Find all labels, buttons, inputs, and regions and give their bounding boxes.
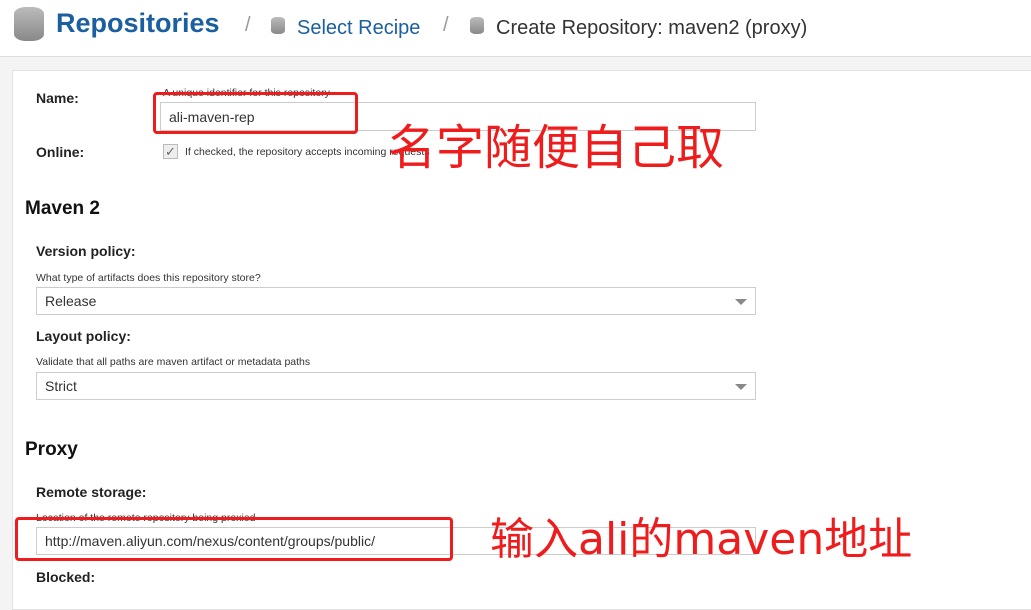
remote-storage-label: Remote storage:: [36, 484, 147, 500]
breadcrumb-current: Create Repository: maven2 (proxy): [496, 17, 808, 39]
chevron-down-icon: [735, 299, 747, 305]
layout-policy-label: Layout policy:: [36, 328, 131, 344]
database-icon: [14, 7, 44, 41]
maven-heading: Maven 2: [25, 198, 100, 219]
breadcrumb-repositories[interactable]: Repositories: [56, 8, 220, 39]
chevron-down-icon: [735, 384, 747, 390]
header: Repositories / Select Recipe / Create Re…: [0, 0, 1031, 57]
version-policy-value: Release: [45, 293, 97, 309]
layout-policy-help: Validate that all paths are maven artifa…: [36, 356, 311, 368]
version-policy-label: Version policy:: [36, 243, 136, 259]
layout-policy-select[interactable]: Strict: [36, 372, 756, 400]
proxy-heading: Proxy: [25, 439, 78, 460]
online-checkbox[interactable]: ✓: [163, 144, 178, 159]
database-icon: [470, 17, 484, 34]
highlight-box-url: [15, 517, 453, 561]
name-label: Name:: [36, 90, 79, 106]
database-icon: [271, 17, 285, 34]
version-policy-help: What type of artifacts does this reposit…: [36, 272, 261, 284]
blocked-label: Blocked:: [36, 569, 96, 585]
annotation-url-note: 输入ali的maven地址: [490, 514, 913, 565]
version-policy-select[interactable]: Release: [36, 287, 756, 315]
layout-policy-value: Strict: [45, 378, 77, 394]
annotation-name-note: 名字随便自己取: [388, 120, 725, 176]
breadcrumb-separator: /: [443, 14, 449, 36]
breadcrumb-separator: /: [245, 14, 251, 36]
breadcrumb-select-recipe[interactable]: Select Recipe: [297, 17, 420, 40]
online-label: Online:: [36, 144, 85, 160]
highlight-box-name: [153, 92, 358, 134]
